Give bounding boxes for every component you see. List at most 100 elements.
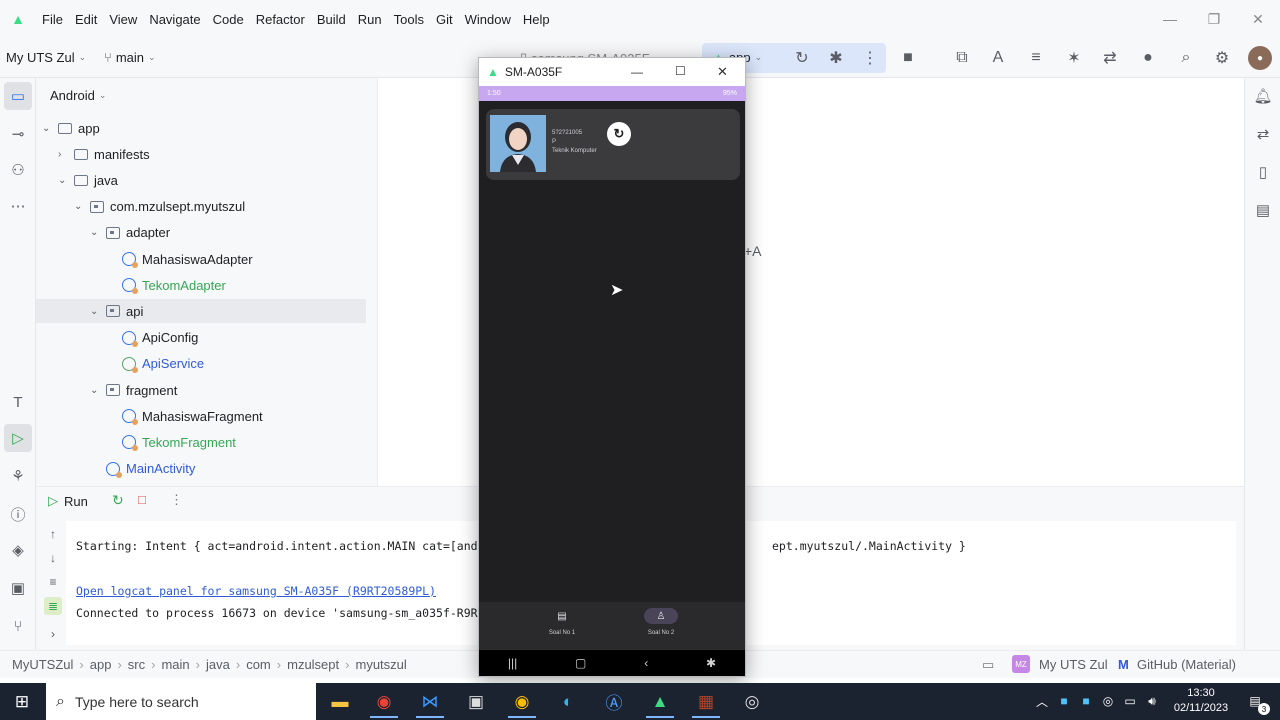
breadcrumb-item[interactable]: myutszul	[349, 657, 412, 672]
recents-icon[interactable]: |||	[508, 656, 517, 670]
rerun-icon[interactable]: ↻	[112, 492, 124, 509]
chrome-icon[interactable]: ◉	[364, 685, 404, 718]
minimize-icon[interactable]: —	[1148, 0, 1192, 38]
breadcrumb-item[interactable]: mzulsept	[281, 657, 345, 672]
sync-icon[interactable]: ⇄	[1098, 46, 1122, 70]
edge-icon[interactable]: ◐	[548, 685, 588, 718]
project-view-selector[interactable]: Android ⌄	[50, 88, 106, 103]
tree-item[interactable]: MahasiswaAdapter	[106, 247, 253, 271]
format-icon[interactable]: ≡	[1024, 46, 1048, 70]
network-icon[interactable]: ▭	[1122, 693, 1138, 709]
tree-item[interactable]: ⌄ com.mzulsept.myutszul	[74, 195, 245, 219]
breadcrumb-item[interactable]: MyUTSZul	[6, 657, 79, 672]
problems-icon[interactable]: ⓘ	[4, 500, 32, 528]
layout-inspector-icon[interactable]: ⧉	[950, 46, 974, 70]
settings-gear-icon[interactable]: ⚙	[1210, 46, 1234, 70]
winrar-icon[interactable]: ▦	[686, 685, 726, 718]
taskbar-clock[interactable]: 13:30 02/11/2023	[1166, 686, 1236, 718]
chevron-down-icon[interactable]: ⌄	[58, 175, 68, 186]
build-tool-icon[interactable]: T	[4, 388, 32, 416]
logcat-link[interactable]: Open logcat panel for samsung SM-A035F (…	[76, 584, 436, 598]
breadcrumb-item[interactable]: java	[200, 657, 236, 672]
file-explorer-icon[interactable]: ▬	[320, 685, 360, 718]
project-selector[interactable]: My UTS Zul ⌄	[6, 50, 86, 65]
tray-app-icon[interactable]: ■	[1056, 693, 1072, 709]
stop-icon[interactable]: □	[138, 492, 146, 507]
menu-file[interactable]: File	[36, 12, 69, 27]
translate-icon[interactable]: A	[986, 46, 1010, 70]
tray-app-icon[interactable]: ◎	[1100, 693, 1116, 709]
branch-selector[interactable]: ⑂ main ⌄	[104, 50, 156, 65]
tree-item[interactable]: MahasiswaFragment	[106, 404, 263, 428]
gradle-sync-icon[interactable]: ⇄	[1251, 122, 1275, 146]
back-icon[interactable]: ‹	[644, 656, 648, 670]
breadcrumb-item[interactable]: app	[84, 657, 118, 672]
rerun-icon[interactable]: ↻	[790, 46, 814, 70]
breadcrumb-item[interactable]: com	[240, 657, 277, 672]
debug-icon[interactable]: ✱	[824, 46, 848, 70]
commit-tool-icon[interactable]: ⊸	[4, 120, 32, 148]
menu-build[interactable]: Build	[311, 12, 352, 27]
scroll-to-end-icon[interactable]: ≣	[44, 597, 62, 615]
device-explorer-icon[interactable]: ▤	[1251, 198, 1275, 222]
restore-icon[interactable]: ❐	[1192, 0, 1236, 38]
menu-tools[interactable]: Tools	[388, 12, 430, 27]
profile-icon[interactable]: ●	[1136, 46, 1160, 70]
search-icon[interactable]: ⌕	[1174, 46, 1198, 70]
memory-indicator-icon[interactable]: ▭	[982, 657, 994, 673]
chrome-profile-icon[interactable]: ◉	[502, 685, 542, 718]
version-control-icon[interactable]: ⑂	[4, 612, 32, 640]
taskbar-search-input[interactable]: ⌕ Type here to search	[46, 683, 316, 720]
expand-icon[interactable]: ›	[44, 625, 62, 643]
nav-tab-soal-1[interactable]: ▤ Soal No 1	[517, 608, 607, 648]
chevron-down-icon[interactable]: ⌄	[74, 201, 84, 212]
tree-item[interactable]: ⌄ adapter	[90, 221, 170, 245]
nav-tab-soal-2[interactable]: ♙ Soal No 2	[616, 608, 706, 648]
menu-code[interactable]: Code	[207, 12, 250, 27]
menu-help[interactable]: Help	[517, 12, 556, 27]
volume-icon[interactable]: 🔊︎	[1144, 693, 1160, 709]
tree-item[interactable]: ApiService	[106, 352, 204, 376]
chevron-down-icon[interactable]: ⌄	[90, 306, 100, 317]
android-studio-icon[interactable]: Ⓐ	[594, 685, 634, 718]
project-tool-icon[interactable]: ▭	[4, 82, 32, 110]
menu-navigate[interactable]: Navigate	[143, 12, 206, 27]
tree-item[interactable]: ⌄ java	[58, 168, 118, 192]
chevron-right-icon[interactable]: ›	[58, 149, 68, 160]
app-inspection-icon[interactable]: ⚘	[4, 462, 32, 490]
menu-view[interactable]: View	[103, 12, 143, 27]
more-options-icon[interactable]: ⋮	[170, 492, 183, 508]
terminal-icon[interactable]: ▣	[456, 685, 496, 718]
tray-app-icon[interactable]: ■	[1078, 693, 1094, 709]
accessibility-icon[interactable]: ✱	[706, 656, 716, 670]
structure-tool-icon[interactable]: ⚇	[4, 156, 32, 184]
close-icon[interactable]: ✕	[1236, 0, 1280, 38]
tree-item[interactable]: ⌄ fragment	[90, 378, 177, 402]
notifications-icon[interactable]: 🔔︎	[1251, 84, 1275, 108]
minimize-icon[interactable]: —	[631, 65, 643, 79]
breadcrumb-item[interactable]: src	[122, 657, 151, 672]
stop-icon[interactable]: ■	[896, 46, 920, 70]
screen-recorder-icon[interactable]: ◎	[732, 685, 772, 718]
tree-item[interactable]: TekomFragment	[106, 430, 236, 454]
menu-edit[interactable]: Edit	[69, 12, 103, 27]
menu-git[interactable]: Git	[430, 12, 459, 27]
device-manager-icon[interactable]: ▯	[1251, 160, 1275, 184]
menu-refactor[interactable]: Refactor	[250, 12, 311, 27]
menu-window[interactable]: Window	[459, 12, 517, 27]
more-tools-icon[interactable]: ⋯	[4, 192, 32, 220]
emulator-icon[interactable]: ▲	[640, 685, 680, 718]
tray-chevron-icon[interactable]: ︿	[1034, 693, 1050, 709]
status-project-name[interactable]: My UTS Zul	[1039, 657, 1108, 672]
tree-item[interactable]: ⌄ api	[36, 299, 366, 324]
tree-item[interactable]: TekomAdapter	[106, 273, 226, 297]
tree-item[interactable]: ApiConfig	[106, 326, 198, 350]
breadcrumb-item[interactable]: main	[155, 657, 195, 672]
user-avatar-icon[interactable]: ●	[1248, 46, 1272, 70]
refresh-icon[interactable]: ↻	[607, 122, 631, 146]
run-tab[interactable]: ▷ Run	[48, 493, 88, 509]
scroll-up-icon[interactable]: ↑	[44, 525, 62, 543]
scroll-down-icon[interactable]: ↓	[44, 549, 62, 567]
maximize-icon[interactable]: ☐	[675, 64, 686, 78]
windows-start-icon[interactable]: ⊞	[2, 685, 42, 718]
